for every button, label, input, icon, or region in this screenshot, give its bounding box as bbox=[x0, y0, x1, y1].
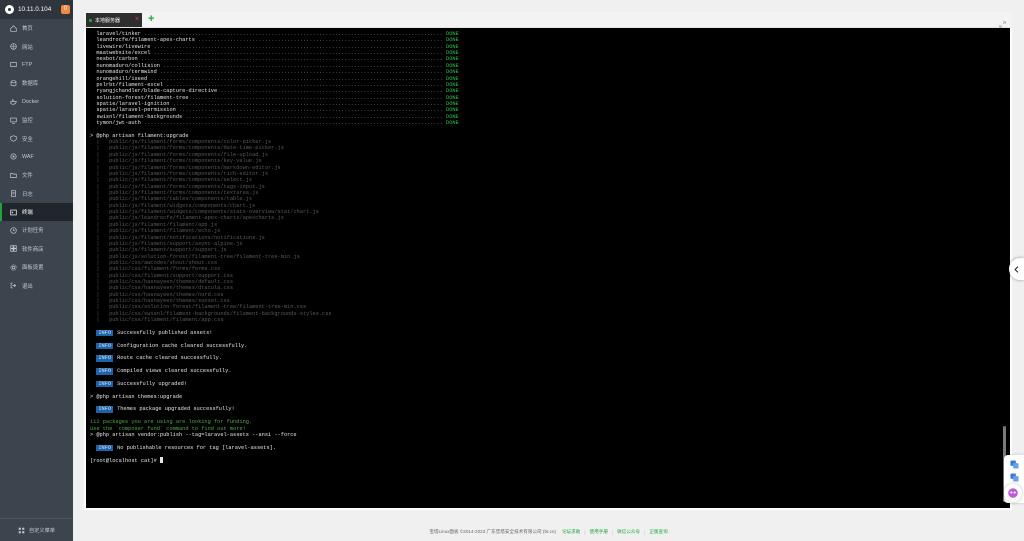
database-icon bbox=[10, 80, 17, 87]
monitor-icon bbox=[10, 117, 17, 124]
terminal-screen[interactable]: laravel/tinker .........................… bbox=[86, 28, 1010, 508]
sidebar-item-label: 退出 bbox=[22, 283, 33, 290]
sidebar-item-label: 计划任务 bbox=[22, 228, 44, 235]
terminal-icon bbox=[10, 209, 17, 216]
globe-icon bbox=[10, 43, 17, 50]
sidebar-item-label: 软件商店 bbox=[22, 246, 44, 253]
chevron-left-icon bbox=[1013, 260, 1020, 278]
log-icon bbox=[10, 190, 17, 197]
translate-icon[interactable] bbox=[1009, 459, 1019, 469]
translate-icon-2[interactable] bbox=[1009, 472, 1019, 482]
assistant-avatar[interactable] bbox=[1004, 484, 1022, 502]
sidebar-item-0[interactable]: 首页 bbox=[0, 19, 73, 37]
sidebar-item-label: 日志 bbox=[22, 191, 33, 198]
separator: | bbox=[611, 529, 614, 535]
sidebar-item-6[interactable]: 安全 bbox=[0, 129, 73, 147]
terminal-output: laravel/tinker .........................… bbox=[90, 31, 459, 465]
separator: | bbox=[644, 529, 646, 535]
sidebar-item-4[interactable]: Docker bbox=[0, 93, 73, 111]
store-icon bbox=[10, 245, 17, 253]
server-ip: 10.11.0.104 bbox=[18, 6, 52, 13]
home-icon bbox=[10, 24, 17, 32]
footer-link-3[interactable]: 正版查询 bbox=[649, 529, 667, 535]
sidebar-item-label: FTP bbox=[22, 61, 33, 68]
sidebar-item-label: 面板设置 bbox=[22, 265, 44, 272]
sidebar-item-label: WAF bbox=[22, 153, 34, 160]
clock-icon bbox=[10, 227, 17, 234]
server-logo-icon bbox=[5, 5, 14, 14]
sidebar-item-13[interactable]: 面板设置 bbox=[0, 258, 73, 276]
sidebar-menu: 首页网站 FTP 数据库 Docker 监控安全 WAF 文件日志终端计划任务软件商店面板设… bbox=[0, 19, 73, 295]
custom-menu-button[interactable]: 自定义菜单 bbox=[0, 518, 73, 541]
grid-icon bbox=[18, 527, 25, 534]
sidebar-item-5[interactable]: 监控 bbox=[0, 111, 73, 129]
sidebar-item-7[interactable]: WAF bbox=[0, 148, 73, 166]
prompt-line: [root@localhost cat]# bbox=[90, 457, 459, 464]
gear-icon bbox=[10, 264, 17, 271]
sidebar-item-12[interactable]: 软件商店 bbox=[0, 240, 73, 258]
sidebar-item-label: 安全 bbox=[22, 136, 33, 143]
copyright-text: 宝塔Linux面板 ©2014-2023 广东堡塔安全技术有限公司 (bt.cn… bbox=[429, 529, 556, 534]
sidebar-item-11[interactable]: 计划任务 bbox=[0, 221, 73, 239]
sidebar-item-2[interactable]: FTP bbox=[0, 56, 73, 74]
close-icon[interactable]: × bbox=[135, 16, 139, 23]
sidebar-item-label: 文件 bbox=[22, 173, 33, 180]
status-dot-icon bbox=[89, 18, 92, 22]
logout-icon bbox=[10, 282, 17, 289]
fullscreen-icon[interactable] bbox=[999, 15, 1006, 28]
sidebar-item-10[interactable]: 终端 bbox=[0, 202, 73, 222]
sidebar-item-label: 数据库 bbox=[22, 81, 39, 88]
docker-icon bbox=[10, 98, 17, 105]
footer-link-0[interactable]: 论坛求助 bbox=[562, 529, 580, 535]
custom-menu-label: 自定义菜单 bbox=[29, 527, 55, 534]
footer-link-1[interactable]: 使用手册 bbox=[590, 529, 608, 535]
notification-badge[interactable]: 0 bbox=[61, 5, 70, 14]
ftp-icon bbox=[10, 61, 17, 68]
tab-label: 本地服务器 bbox=[95, 17, 121, 24]
add-tab-button[interactable]: + bbox=[148, 12, 154, 26]
footer-link-2[interactable]: 微信公众号 bbox=[617, 529, 640, 535]
robot-icon bbox=[1008, 488, 1018, 498]
separator: | bbox=[584, 529, 586, 535]
collapse-handle[interactable] bbox=[1009, 258, 1024, 280]
sidebar-item-label: 首页 bbox=[22, 26, 33, 33]
terminal-tabbar: 本地服务器 × + bbox=[84, 12, 1012, 28]
package-line: tymon/jwt-auth .........................… bbox=[96, 120, 459, 127]
sidebar: 10.11.0.104 0 首页网站 FTP 数据库 Docker 监控安全 WAF 文件日… bbox=[0, 0, 73, 541]
sidebar-item-1[interactable]: 网站 bbox=[0, 37, 73, 55]
folder-icon bbox=[10, 172, 17, 179]
sidebar-item-label: Docker bbox=[22, 98, 40, 105]
waf-icon bbox=[10, 153, 17, 160]
sidebar-item-label: 网站 bbox=[22, 44, 33, 51]
terminal-panel: 本地服务器 × + laravel/tinker ...............… bbox=[84, 12, 1012, 510]
tab-local-server[interactable]: 本地服务器 × bbox=[86, 13, 142, 27]
sidebar-item-label: 监控 bbox=[22, 118, 33, 125]
sidebar-item-8[interactable]: 文件 bbox=[0, 166, 73, 184]
sidebar-item-14[interactable]: 退出 bbox=[0, 276, 73, 294]
sidebar-item-3[interactable]: 数据库 bbox=[0, 74, 73, 92]
page-footer: 宝塔Linux面板 ©2014-2023 广东堡塔安全技术有限公司 (bt.cn… bbox=[73, 525, 1024, 539]
shield-icon bbox=[10, 135, 17, 142]
sidebar-item-9[interactable]: 日志 bbox=[0, 185, 73, 203]
sidebar-item-label: 终端 bbox=[22, 210, 33, 217]
cursor bbox=[159, 457, 163, 464]
server-header[interactable]: 10.11.0.104 0 bbox=[0, 0, 73, 19]
